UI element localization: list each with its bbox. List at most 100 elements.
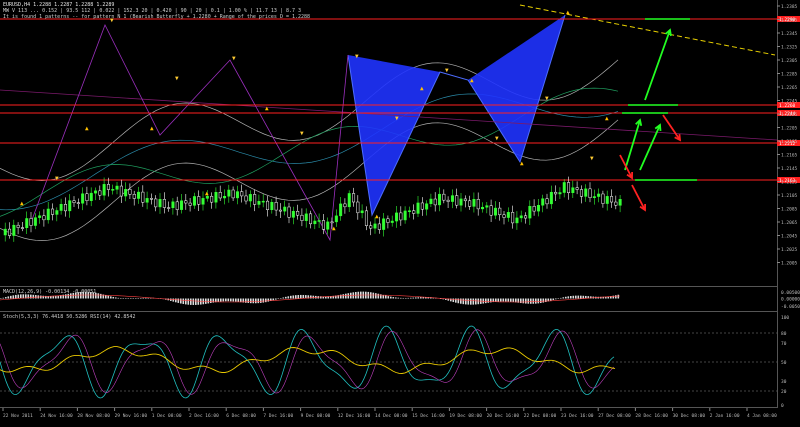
macd-bar [205, 298, 207, 304]
candle-body [390, 220, 394, 223]
macd-bar [232, 298, 235, 302]
candle-body [46, 208, 50, 221]
macd-bar [290, 295, 292, 299]
macd-bar [132, 298, 135, 299]
fractal-down-marker: ▼ [232, 55, 236, 62]
macd-bar [247, 298, 250, 304]
macd-bar [412, 297, 415, 299]
macd-bar [372, 292, 375, 299]
candle-body [257, 201, 261, 205]
candle-body [94, 190, 98, 194]
candle-body [356, 201, 360, 214]
time-axis-label: 2 Dec 16:00 [189, 413, 219, 419]
candle-body [128, 189, 132, 195]
candle-body [149, 198, 153, 200]
chart-terminal[interactable]: 1.2290 1.2260 1.2244 1.2212 1.2163 ▲ ▼ ▲ ▼ ▲ ▼ ▲ ▼ ▲… [0, 0, 800, 423]
macd-bar [295, 295, 297, 299]
macd-bar [125, 298, 127, 299]
candle-body [601, 193, 605, 204]
macd-bar [197, 298, 200, 305]
time-axis-label: 23 Dec 16:00 [561, 413, 594, 419]
candle-body [562, 182, 566, 193]
candle-body [360, 210, 364, 214]
candle-body [407, 210, 411, 212]
macd-bar [222, 298, 225, 302]
fractal-up-marker: ▲ [566, 9, 570, 16]
candle-body [524, 215, 528, 219]
macd-bar [280, 298, 282, 299]
macd-bar [302, 294, 305, 299]
macd-bar [485, 298, 487, 304]
candle-body [171, 201, 175, 208]
macd-bar [577, 295, 580, 299]
time-axis-label: 19 Dec 08:00 [449, 413, 482, 419]
fractal-up-marker: ▲ [265, 105, 269, 112]
candle-body [89, 192, 93, 201]
macd-bar [477, 298, 480, 305]
macd-bar [400, 297, 402, 299]
candle-body [579, 189, 583, 197]
candle-body [489, 205, 493, 216]
macd-bar [32, 294, 35, 299]
macd-bar [410, 297, 412, 299]
candle-body [317, 220, 321, 222]
candle-body [291, 211, 295, 218]
macd-bar [30, 294, 32, 299]
candle-body [20, 227, 24, 229]
fractal-down-marker: ▼ [395, 115, 399, 122]
candle-body [554, 191, 558, 195]
macd-bar [15, 294, 17, 299]
fractal-up-marker: ▲ [470, 77, 474, 84]
candle-body [51, 208, 55, 215]
candle-body [16, 224, 20, 228]
candle-body [558, 192, 562, 195]
candle-body [197, 196, 201, 205]
candle-body [493, 207, 497, 216]
candle-body [536, 204, 540, 212]
candle-body [68, 200, 72, 212]
candle-body [339, 203, 343, 217]
candle-body [330, 221, 334, 224]
price-axis-label: 1.2225 [781, 112, 798, 118]
candle-body [192, 196, 196, 206]
candle-body [403, 210, 407, 221]
macd-bar [225, 298, 227, 302]
macd-bar [312, 295, 315, 299]
macd-bar [370, 292, 372, 299]
macd-bar [177, 298, 180, 303]
candle-body [278, 209, 282, 212]
macd-bar [292, 295, 295, 299]
price-axis-label: 1.2205 [781, 126, 798, 132]
macd-bar [20, 294, 22, 299]
fractal-up-marker: ▲ [85, 125, 89, 132]
macd-bar [470, 298, 472, 305]
macd-bar [172, 298, 175, 302]
macd-bar [475, 298, 477, 305]
candle-body [167, 207, 171, 209]
macd-bar [262, 298, 265, 303]
macd-bar [180, 298, 182, 304]
candle-body [459, 198, 463, 206]
price-axis-label: 1.2245 [781, 99, 798, 105]
pattern-line: It is found 1 patterns -- for pattern N … [3, 14, 311, 20]
price-chart[interactable]: 1.22901.22601.22441.22121.2163 ▲▼▲▼▲▼▲▼▲… [0, 0, 800, 423]
candle-body [296, 211, 300, 216]
macd-bar [530, 298, 532, 304]
macd-bar [245, 298, 247, 303]
price-axis-label: 1.2185 [781, 139, 798, 145]
time-axis-label: 9 Dec 08:00 [301, 413, 331, 419]
macd-bar [417, 297, 420, 299]
candle-body [597, 193, 601, 197]
macd-bar [567, 296, 570, 299]
macd-bar [285, 296, 287, 299]
fractal-down-marker: ▼ [300, 130, 304, 137]
macd-bar [267, 298, 270, 302]
macd-axis-label: 0.00000 [781, 297, 800, 303]
macd-bar [462, 298, 465, 305]
macd-bar [320, 296, 322, 299]
candle-body [438, 193, 442, 206]
price-axis-label: 1.2165 [781, 153, 798, 159]
macd-bar [10, 295, 12, 299]
candle-body [369, 225, 373, 229]
macd-bar [455, 298, 457, 303]
